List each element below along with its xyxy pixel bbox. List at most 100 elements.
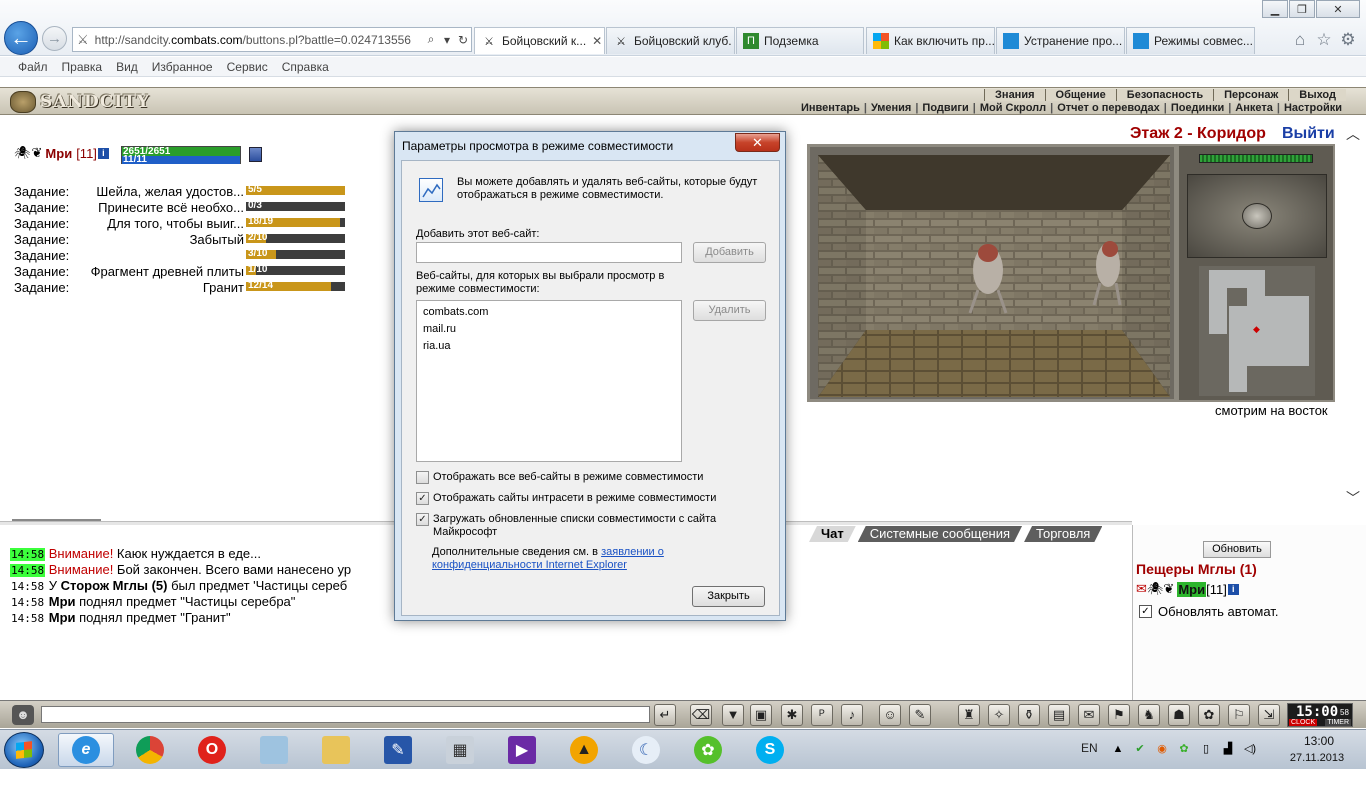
dungeon-view[interactable] xyxy=(818,155,1170,397)
search-icon[interactable]: ⌕ xyxy=(423,32,439,47)
auto-refresh-checkbox[interactable]: ✓ xyxy=(1139,605,1152,618)
taskbar-explorer[interactable] xyxy=(308,733,364,767)
tab-how-to-enable[interactable]: Как включить пр... xyxy=(866,27,995,54)
private-message-icon[interactable]: ✉ xyxy=(1136,581,1147,597)
menu-knowledge[interactable]: Знания xyxy=(984,89,1045,101)
remove-button[interactable]: Удалить xyxy=(693,300,766,321)
tab-trade[interactable]: Торговля xyxy=(1024,526,1102,542)
maximize-button[interactable]: ❐ xyxy=(1289,0,1315,18)
smiley-icon[interactable]: ☺ xyxy=(879,704,901,726)
minimize-button[interactable]: ▁ xyxy=(1262,0,1288,18)
tab-system-messages[interactable]: Системные сообщения xyxy=(858,526,1022,542)
chest-icon[interactable]: ▤ xyxy=(1048,704,1070,726)
clock-date[interactable]: 27.11.2013 xyxy=(1282,752,1352,764)
minimap[interactable]: ◆ xyxy=(1199,266,1315,396)
submenu-skills[interactable]: Умения xyxy=(867,102,915,114)
submenu-profile[interactable]: Анкета xyxy=(1231,102,1277,114)
list-item[interactable]: mail.ru xyxy=(423,321,675,338)
mask-icon[interactable]: ☗ xyxy=(1168,704,1190,726)
taskbar-skype[interactable]: S xyxy=(742,733,798,767)
display-intranet-checkbox[interactable]: ✓ xyxy=(416,492,429,505)
menu-character[interactable]: Персонаж xyxy=(1213,89,1289,101)
site-list[interactable]: combats.com mail.ru ria.ua xyxy=(416,300,682,462)
menu-communication[interactable]: Общение xyxy=(1044,89,1116,101)
forward-button[interactable]: → xyxy=(42,26,67,51)
exit-link[interactable]: Выйти xyxy=(1282,125,1335,143)
favorites-star-icon[interactable]: ☆ xyxy=(1314,30,1334,50)
gear-icon[interactable]: ⚙ xyxy=(1338,30,1358,50)
submenu-transfer-report[interactable]: Отчет о переводах xyxy=(1053,102,1164,114)
taskbar-chrome[interactable] xyxy=(122,733,178,767)
tab-close-icon[interactable]: ✕ xyxy=(592,34,602,48)
taskbar-calculator[interactable]: ▦ xyxy=(432,733,488,767)
refresh-icon[interactable]: ↻ xyxy=(455,33,471,47)
monitor-icon[interactable]: ▣ xyxy=(750,704,772,726)
display-all-sites-checkbox[interactable] xyxy=(416,471,429,484)
fight-icon[interactable]: ✱ xyxy=(781,704,803,726)
submenu-battles[interactable]: Поединки xyxy=(1167,102,1228,114)
volume-icon[interactable]: ◁) xyxy=(1243,742,1257,756)
menu-exit[interactable]: Выход xyxy=(1288,89,1346,101)
magic-icon[interactable]: ✧ xyxy=(988,704,1010,726)
scroll-icon[interactable] xyxy=(249,147,262,162)
clear-chat-icon[interactable]: ✎ xyxy=(909,704,931,726)
task-row[interactable]: Задание: Шейла, желая удостов... 5/5 xyxy=(14,183,354,199)
list-item[interactable]: ria.ua xyxy=(423,338,675,355)
compass-control[interactable] xyxy=(1187,174,1327,258)
dialog-close-button[interactable]: ✕ xyxy=(735,133,780,152)
tab-chat[interactable]: Чат xyxy=(809,526,856,542)
task-row[interactable]: Задание: Для того, чтобы выиг... 18/19 xyxy=(14,215,354,231)
translit-icon[interactable]: ᴾ xyxy=(811,704,833,726)
clock-time[interactable]: 13:00 xyxy=(1289,734,1349,748)
menu-favorites[interactable]: Избранное xyxy=(152,60,213,74)
taskbar-internet-explorer[interactable]: e xyxy=(58,733,114,767)
info-icon[interactable]: i xyxy=(1227,583,1239,595)
close-dialog-button[interactable]: Закрыть xyxy=(692,586,765,607)
taskbar-editor[interactable]: ✎ xyxy=(370,733,426,767)
exit-door-icon[interactable]: ⇲ xyxy=(1258,704,1280,726)
taskbar-icq[interactable]: ✿ xyxy=(680,733,736,767)
page-scrollbar[interactable]: ︿ ﹀ xyxy=(1340,120,1366,522)
device-icon[interactable]: ▯ xyxy=(1199,742,1213,756)
taskbar-opera[interactable]: O xyxy=(184,733,240,767)
icq-tray-icon[interactable]: ✿ xyxy=(1177,742,1191,756)
tab-compatibility-modes[interactable]: Режимы совмес... xyxy=(1126,27,1255,54)
location-user-name[interactable]: Мри xyxy=(1177,581,1207,597)
turn-around-icon[interactable] xyxy=(1242,203,1272,229)
tab-combats-active[interactable]: ⚔ Бойцовский к... ✕ xyxy=(474,27,605,54)
menu-view[interactable]: Вид xyxy=(116,60,138,74)
taskbar-video-player[interactable]: ▶ xyxy=(494,733,550,767)
tab-combats-club[interactable]: ⚔ Бойцовский клуб. xyxy=(606,27,735,54)
potion-icon[interactable]: ⚱ xyxy=(1018,704,1040,726)
task-row[interactable]: Задание: Фрагмент древней плиты 1/10 xyxy=(14,263,354,279)
quest-icon[interactable]: ⚑ xyxy=(1108,704,1130,726)
download-lists-checkbox[interactable]: ✓ xyxy=(416,513,429,526)
menu-help[interactable]: Справка xyxy=(282,60,329,74)
dropdown-icon[interactable]: ▾ xyxy=(439,33,455,47)
paw-icon[interactable]: ✿ xyxy=(1198,704,1220,726)
sound-icon[interactable]: ♪ xyxy=(841,704,863,726)
update-icon[interactable]: ◉ xyxy=(1155,742,1169,756)
tab-troubleshooting[interactable]: Устранение про... xyxy=(996,27,1125,54)
task-row[interactable]: Задание: 3/10 xyxy=(14,247,354,263)
submenu-my-scroll[interactable]: Мой Скролл xyxy=(976,102,1050,114)
tab-podzemka[interactable]: П Подземка xyxy=(736,27,864,54)
flag-icon[interactable]: ⚐ xyxy=(1228,704,1250,726)
eraser-icon[interactable]: ⌫ xyxy=(690,704,712,726)
home-icon[interactable]: ⌂ xyxy=(1290,30,1310,50)
add-site-input[interactable] xyxy=(416,242,682,263)
start-button[interactable] xyxy=(4,732,44,768)
scroll-up-icon[interactable]: ︿ xyxy=(1346,124,1360,144)
show-hidden-icons[interactable]: ▲ xyxy=(1111,742,1125,756)
character-name[interactable]: Мри xyxy=(45,146,72,161)
menu-tools[interactable]: Сервис xyxy=(227,60,268,74)
submenu-settings[interactable]: Настройки xyxy=(1280,102,1346,114)
window-close-button[interactable]: ✕ xyxy=(1316,0,1360,18)
helmet-icon[interactable]: ♞ xyxy=(1138,704,1160,726)
chat-mode-icon[interactable]: ☻ xyxy=(12,705,34,725)
inventory-bag-icon[interactable]: ♜ xyxy=(958,704,980,726)
refresh-button[interactable]: Обновить xyxy=(1203,541,1271,558)
menu-file[interactable]: Файл xyxy=(18,60,48,74)
address-url[interactable]: http://sandcity.combats.com/buttons.pl?b… xyxy=(95,33,423,47)
antivirus-check-icon[interactable]: ✔ xyxy=(1133,742,1147,756)
